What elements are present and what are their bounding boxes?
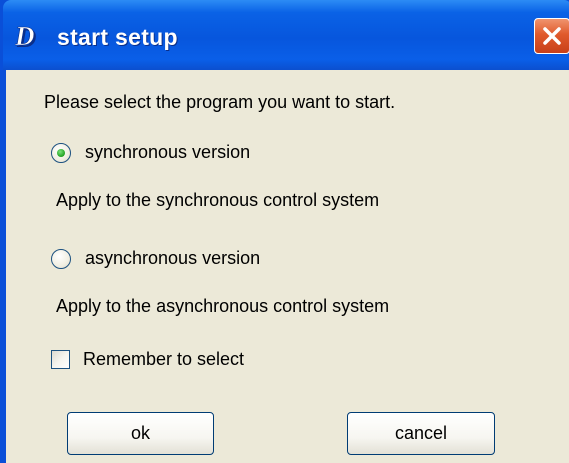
close-icon — [543, 27, 561, 45]
option-label-asynchronous[interactable]: asynchronous version — [85, 248, 260, 269]
dialog-content: Please select the program you want to st… — [6, 70, 569, 463]
remember-checkbox[interactable] — [51, 350, 70, 369]
option-description-synchronous: Apply to the synchronous control system — [56, 190, 380, 210]
cancel-button[interactable]: cancel — [347, 412, 495, 455]
app-logo-icon: D D — [15, 24, 37, 50]
close-button[interactable] — [534, 18, 569, 54]
ok-button[interactable]: ok — [67, 412, 214, 455]
radio-synchronous[interactable] — [51, 143, 71, 163]
title-bar[interactable]: D D start setup — [3, 0, 569, 70]
option-description-asynchronous: Apply to the asynchronous control system — [56, 296, 390, 316]
prompt-text: Please select the program you want to st… — [44, 92, 396, 112]
dialog-window: D D start setup Please select the progra… — [0, 0, 569, 463]
remember-label[interactable]: Remember to select — [83, 349, 244, 370]
svg-text:D: D — [15, 24, 35, 50]
window-title: start setup — [57, 24, 178, 50]
radio-selected-dot — [57, 149, 65, 157]
option-label-synchronous[interactable]: synchronous version — [85, 142, 250, 163]
radio-asynchronous[interactable] — [51, 249, 71, 269]
